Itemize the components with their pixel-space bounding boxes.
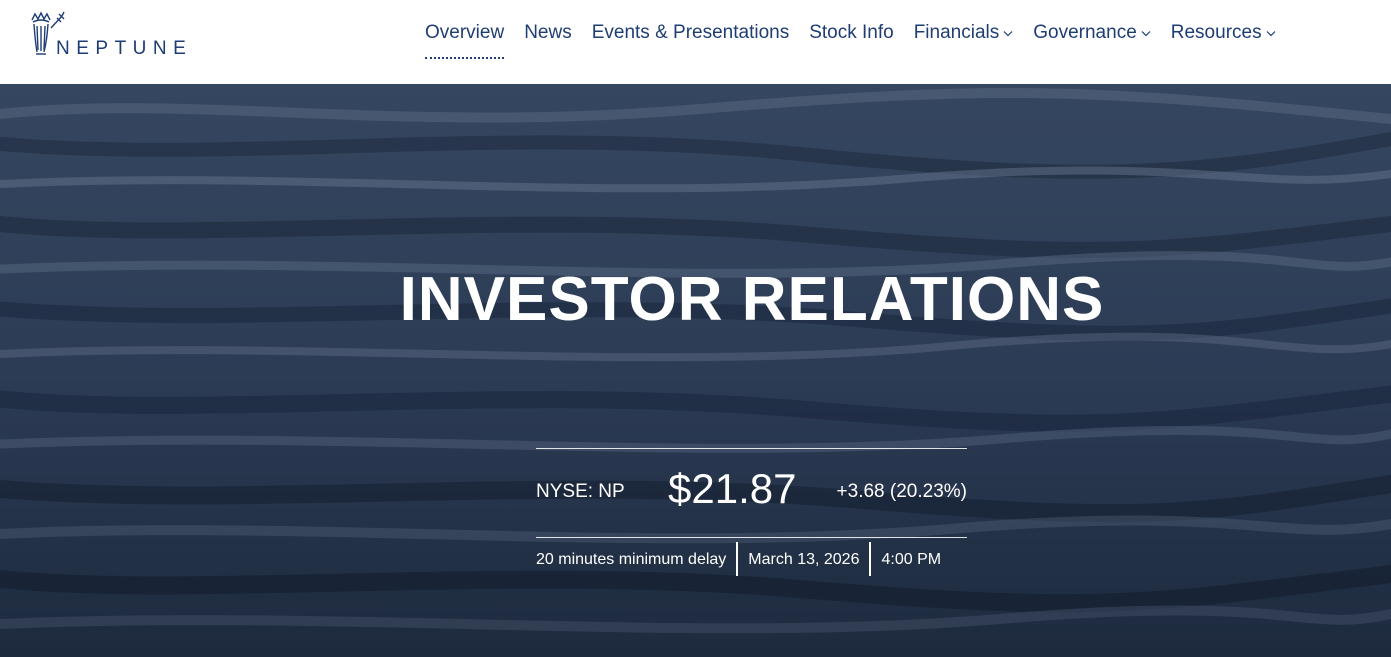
chevron-down-icon (1266, 30, 1276, 36)
vertical-divider (736, 542, 739, 576)
nav-news-label: News (524, 22, 572, 43)
nav-overview[interactable]: Overview (425, 22, 505, 59)
stock-price: $21.87 (668, 465, 797, 512)
nav-financials[interactable]: Financials (914, 22, 1014, 44)
hero-banner: INVESTOR RELATIONS NYSE: NP $21.87 +3.68… (0, 84, 1391, 657)
nav-resources[interactable]: Resources (1171, 22, 1276, 44)
stock-change: +3.68 (20.23%) (836, 481, 967, 502)
nav-stock-info[interactable]: Stock Info (809, 22, 894, 44)
quote-main-row: NYSE: NP $21.87 +3.68 (20.23%) (536, 449, 967, 537)
nav-events-presentations[interactable]: Events & Presentations (592, 22, 790, 44)
nav-news[interactable]: News (524, 22, 572, 44)
chevron-down-icon (1003, 30, 1013, 36)
vertical-divider (869, 542, 872, 576)
nav-events-label: Events & Presentations (591, 22, 790, 43)
chevron-down-icon (1141, 30, 1151, 36)
nav-governance[interactable]: Governance (1033, 22, 1151, 44)
logo-wordmark: NEPTUNE (56, 38, 193, 59)
quote-date: March 13, 2026 (748, 551, 860, 568)
nav-overview-label: Overview (425, 22, 505, 43)
stock-ticker: NYSE: NP (536, 481, 625, 502)
site-header: NEPTUNE Overview News Events & Presentat… (0, 0, 1391, 84)
nav-governance-label: Governance (1033, 22, 1137, 43)
main-nav: Overview News Events & Presentations Sto… (425, 20, 1296, 59)
nav-stock-info-label: Stock Info (809, 22, 894, 43)
neptune-logo[interactable]: NEPTUNE (26, 10, 216, 60)
stock-quote-panel: NYSE: NP $21.87 +3.68 (20.23%) 20 minute… (536, 448, 967, 580)
quote-delay-note: 20 minutes minimum delay (536, 551, 727, 568)
nav-resources-label: Resources (1170, 22, 1262, 43)
quote-meta-row: 20 minutes minimum delay March 13, 2026 … (536, 538, 967, 580)
nav-financials-label: Financials (913, 22, 1000, 43)
quote-time: 4:00 PM (881, 551, 942, 568)
page-title: INVESTOR RELATIONS (399, 265, 1105, 334)
